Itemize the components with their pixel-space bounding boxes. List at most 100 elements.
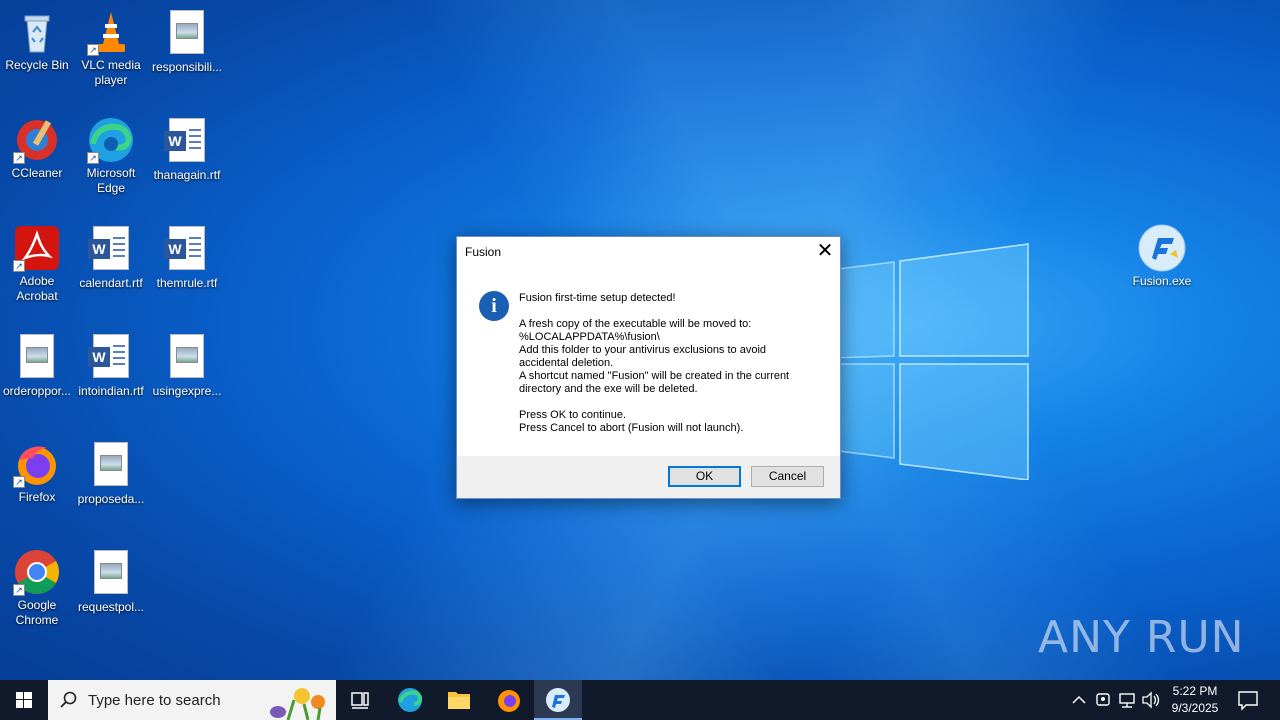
desktop-icon-intoindian[interactable]: W intoindian.rtf xyxy=(74,332,148,399)
message-line: A fresh copy of the executable will be m… xyxy=(519,318,752,330)
desktop-icon-label: Adobe Acrobat xyxy=(16,274,58,303)
word-file-icon: W xyxy=(87,226,135,274)
dialog-title: Fusion xyxy=(465,245,502,259)
cancel-button[interactable]: Cancel xyxy=(751,466,824,487)
image-file-icon xyxy=(163,10,211,58)
tray-network-button[interactable] xyxy=(1116,680,1138,720)
desktop-icon-microsoft-edge[interactable]: ↗ Microsoft Edge xyxy=(74,116,148,196)
acrobat-icon: ↗ xyxy=(13,224,61,272)
chrome-icon: ↗ xyxy=(13,548,61,596)
info-icon: i xyxy=(479,291,509,321)
taskbar-firefox-button[interactable] xyxy=(485,680,533,720)
desktop-icon-label: responsibili... xyxy=(151,60,223,74)
start-button[interactable] xyxy=(0,680,48,720)
image-file-icon xyxy=(87,442,135,490)
desktop-icon-thanagain[interactable]: W thanagain.rtf xyxy=(150,116,224,183)
shortcut-arrow-icon: ↗ xyxy=(13,584,25,596)
desktop-icon-orderoppor[interactable]: orderoppor... xyxy=(0,332,74,399)
desktop-icon-label: Microsoft Edge xyxy=(86,166,136,195)
message-line xyxy=(519,305,829,318)
message-line: Press Cancel to abort (Fusion will not l… xyxy=(519,422,744,434)
network-icon xyxy=(1119,693,1135,708)
edge-icon xyxy=(398,688,423,712)
image-file-icon xyxy=(87,550,135,598)
tray-volume-button[interactable] xyxy=(1140,680,1162,720)
desktop-icon-themrule[interactable]: W themrule.rtf xyxy=(150,224,224,291)
desktop-icon-label: Fusion.exe xyxy=(1132,274,1192,288)
firefox-icon xyxy=(498,690,520,712)
ok-button[interactable]: OK xyxy=(668,466,741,487)
desktop-icon-usingexpre[interactable]: usingexpre... xyxy=(150,332,224,399)
desktop-icon-label: usingexpre... xyxy=(152,384,222,398)
desktop-icon-vlc[interactable]: ↗ VLC media player xyxy=(74,8,148,88)
desktop-icon-label: proposeda... xyxy=(77,492,145,506)
shortcut-arrow-icon: ↗ xyxy=(13,152,25,164)
firefox-icon: ↗ xyxy=(13,440,61,488)
meet-now-icon xyxy=(1096,693,1110,706)
desktop-icon-calendart[interactable]: W calendart.rtf xyxy=(74,224,148,291)
search-placeholder: Type here to search xyxy=(88,692,221,709)
message-line: A shortcut named "Fusion" will be create… xyxy=(519,370,790,382)
windows-start-icon xyxy=(16,692,32,708)
folder-icon xyxy=(448,692,470,709)
notification-icon xyxy=(1238,691,1258,711)
fusion-icon xyxy=(1138,224,1186,272)
search-highlight-flowers-icon xyxy=(270,688,325,720)
desktop-icon-label: calendart.rtf xyxy=(79,276,143,290)
show-hidden-icons-button[interactable] xyxy=(1068,680,1090,720)
clock-date: 9/3/2025 xyxy=(1171,701,1219,715)
desktop-icon-label: orderoppor... xyxy=(2,384,72,398)
clock-time: 5:22 PM xyxy=(1172,684,1218,698)
task-view-icon xyxy=(351,692,369,709)
taskbar-file-explorer-button[interactable] xyxy=(435,680,483,720)
shortcut-arrow-icon: ↗ xyxy=(87,152,99,164)
message-line: Press OK to continue. xyxy=(519,409,626,421)
taskbar-edge-button[interactable] xyxy=(386,680,434,720)
dialog-button-bar: OK Cancel xyxy=(457,456,840,498)
message-line: directory and the exe will be deleted. xyxy=(519,383,698,395)
image-file-icon xyxy=(13,334,61,382)
desktop-icon-label: Firefox xyxy=(18,490,56,504)
desktop-icon-label: VLC media player xyxy=(81,58,141,87)
desktop-icon-label: intoindian.rtf xyxy=(78,384,144,398)
desktop-icon-firefox[interactable]: ↗ Firefox xyxy=(0,440,74,505)
word-file-icon: W xyxy=(163,226,211,274)
taskbar-fusion-button[interactable] xyxy=(534,680,582,720)
desktop-icon-responsibili[interactable]: responsibili... xyxy=(150,8,224,75)
desktop-icon-proposeda[interactable]: proposeda... xyxy=(74,440,148,507)
desktop-icon-label: requestpol... xyxy=(77,600,145,614)
message-line: Add this folder to your antivirus exclus… xyxy=(519,344,767,356)
vlc-icon: ↗ xyxy=(87,8,135,56)
action-center-button[interactable] xyxy=(1232,680,1264,720)
desktop-icon-google-chrome[interactable]: ↗ Google Chrome xyxy=(0,548,74,628)
message-line xyxy=(519,396,829,409)
task-view-button[interactable] xyxy=(336,680,384,720)
fusion-setup-dialog: Fusion ✕ i Fusion first-time setup detec… xyxy=(456,236,841,499)
desktop-icon-label: themrule.rtf xyxy=(156,276,218,290)
tray-meet-now-button[interactable] xyxy=(1092,680,1114,720)
taskbar-clock[interactable]: 5:22 PM 9/3/2025 xyxy=(1164,683,1226,717)
message-line: accidental deletion. xyxy=(519,357,614,369)
desktop-icon-label: Google Chrome xyxy=(15,598,59,627)
desktop-icon-label: thanagain.rtf xyxy=(153,168,221,182)
search-icon xyxy=(60,691,77,708)
edge-icon: ↗ xyxy=(87,116,135,164)
image-file-icon xyxy=(163,334,211,382)
desktop-icon-fusion-exe[interactable]: Fusion.exe xyxy=(1125,224,1199,289)
message-line: %LOCALAPPDATA%\fusion\ xyxy=(519,331,660,343)
anyrun-watermark: ANY RUN xyxy=(1038,612,1245,663)
close-icon[interactable]: ✕ xyxy=(810,237,840,267)
word-file-icon: W xyxy=(87,334,135,382)
desktop-icon-requestpol[interactable]: requestpol... xyxy=(74,548,148,615)
desktop-icon-recycle-bin[interactable]: Recycle Bin xyxy=(0,8,74,73)
desktop-icon-adobe-acrobat[interactable]: ↗ Adobe Acrobat xyxy=(0,224,74,304)
speaker-icon xyxy=(1142,691,1160,709)
taskbar-search-box[interactable]: Type here to search xyxy=(48,680,336,720)
recycle-bin-icon xyxy=(13,8,61,56)
dialog-message: Fusion first-time setup detected! A fres… xyxy=(519,292,829,435)
shortcut-arrow-icon: ↗ xyxy=(13,260,25,272)
word-file-icon: W xyxy=(163,118,211,166)
taskbar: Type here to search 5:22 PM 9/3/2025 xyxy=(0,680,1280,720)
desktop-icon-label: Recycle Bin xyxy=(5,58,69,72)
desktop-icon-ccleaner[interactable]: ↗ CCleaner xyxy=(0,116,74,181)
